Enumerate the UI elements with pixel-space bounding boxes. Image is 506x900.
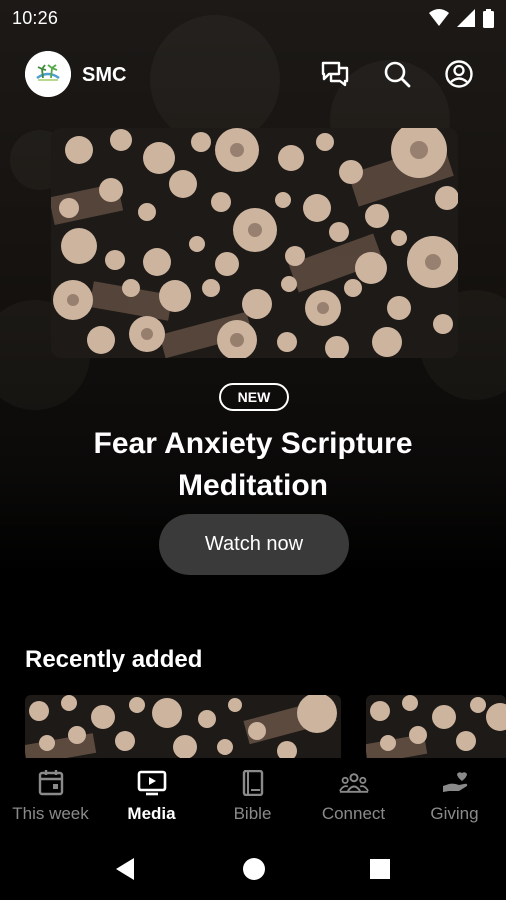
status-icons	[429, 8, 494, 28]
back-icon	[116, 858, 134, 880]
search-icon	[384, 61, 411, 88]
chat-button[interactable]	[319, 58, 351, 90]
bottom-navigation: This week Media Bible Connect Giving	[0, 758, 506, 838]
media-card-photo	[25, 695, 341, 758]
chat-icon	[321, 61, 349, 87]
system-recents-button[interactable]	[365, 854, 395, 884]
org-logo-graphic	[25, 51, 71, 97]
calendar-icon	[36, 770, 66, 796]
home-icon	[243, 858, 265, 880]
hand-heart-icon	[440, 770, 470, 796]
app-header: SMC	[0, 50, 506, 100]
hero-image[interactable]	[51, 128, 458, 358]
system-back-button[interactable]	[110, 854, 140, 884]
account-button[interactable]	[443, 58, 475, 90]
nav-label: Bible	[233, 804, 272, 823]
recents-icon	[370, 859, 390, 879]
recently-added-title: Recently added	[25, 646, 203, 673]
hero-title[interactable]: Fear Anxiety Scripture Meditation	[40, 423, 466, 507]
org-logo[interactable]	[25, 51, 71, 97]
nav-label: Giving	[430, 804, 479, 823]
wifi-icon	[429, 9, 449, 26]
account-icon	[445, 60, 473, 88]
cellular-signal-icon	[457, 9, 475, 27]
status-bar: 10:26	[0, 0, 506, 36]
battery-icon	[483, 8, 494, 28]
new-badge: NEW	[219, 383, 289, 411]
media-card-photo	[366, 695, 506, 758]
book-icon	[238, 770, 268, 796]
people-group-icon	[339, 770, 369, 796]
nav-item-connect[interactable]: Connect	[303, 758, 404, 838]
nav-item-media[interactable]: Media	[101, 758, 202, 838]
system-home-button[interactable]	[239, 854, 269, 884]
nav-label: This week	[12, 804, 89, 823]
status-time: 10:26	[12, 8, 59, 28]
nav-label: Connect	[321, 804, 386, 823]
watch-now-button[interactable]: Watch now	[159, 514, 349, 575]
media-card-thumbnail[interactable]	[366, 695, 506, 758]
nav-label: Media	[127, 804, 176, 823]
nav-item-this-week[interactable]: This week	[0, 758, 101, 838]
nav-item-giving[interactable]: Giving	[404, 758, 505, 838]
media-card-thumbnail[interactable]	[25, 695, 341, 758]
nav-item-bible[interactable]: Bible	[202, 758, 303, 838]
app-screen: 10:26 SMC NEW Fear Anxiety Scripture Med…	[0, 0, 506, 900]
hero-photo	[51, 128, 458, 358]
tv-play-icon	[137, 770, 167, 796]
search-button[interactable]	[381, 58, 413, 90]
system-navigation-bar	[0, 838, 506, 900]
org-name: SMC	[82, 64, 127, 86]
